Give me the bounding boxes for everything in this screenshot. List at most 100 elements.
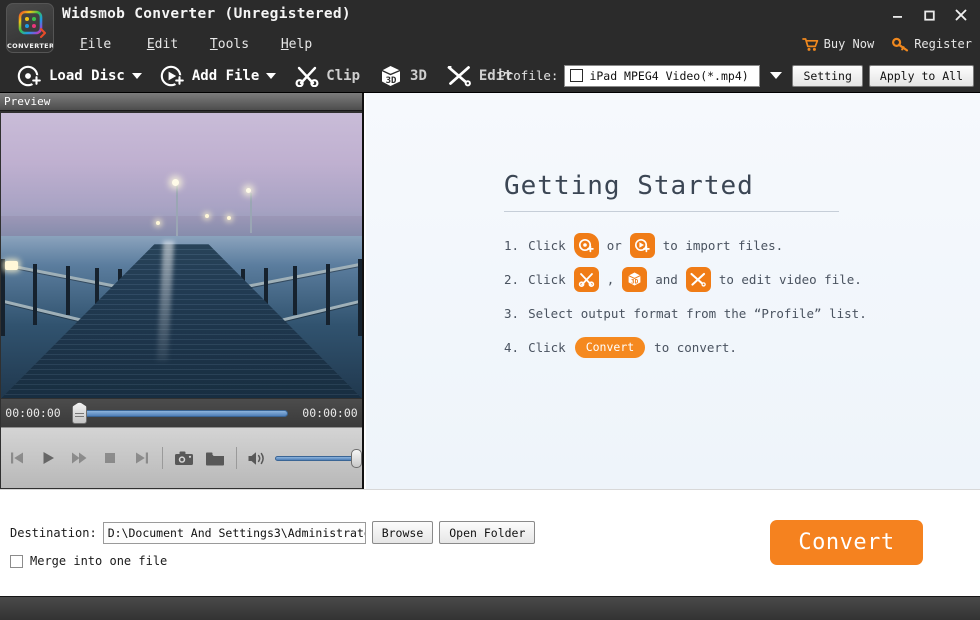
browse-button[interactable]: Browse xyxy=(371,521,434,544)
setting-button[interactable]: Setting xyxy=(792,64,863,87)
wrench-screwdriver-icon xyxy=(447,66,471,87)
step-2-post: to edit video file. xyxy=(718,271,862,287)
volume-track[interactable] xyxy=(274,456,357,461)
profile-format-icon xyxy=(570,69,584,82)
buy-now-button[interactable]: Buy Now xyxy=(801,37,875,52)
seek-thumb[interactable] xyxy=(72,402,87,424)
menu-item-help[interactable]: Help xyxy=(263,37,330,52)
chevron-down-icon xyxy=(266,72,277,79)
cube-3d-glyph: 3D xyxy=(628,272,641,286)
destination-input[interactable]: D:\Document And Settings3\Administrator\… xyxy=(102,521,366,544)
volume-slider[interactable] xyxy=(274,446,363,470)
step-3-text: Select output format from the “Profile” … xyxy=(528,305,867,321)
profile-value: iPad MPEG4 Video(*.mp4) xyxy=(589,68,749,83)
disc-add-icon[interactable] xyxy=(573,232,599,258)
menu-rest-file: ile xyxy=(87,36,112,52)
menu-items: File Edit Tools Help xyxy=(62,30,330,58)
maximize-icon xyxy=(923,10,935,21)
play-icon xyxy=(43,452,54,464)
volume-thumb[interactable] xyxy=(351,449,363,468)
lamp-pole-left xyxy=(176,184,179,236)
getting-started-title: Getting Started xyxy=(504,171,754,201)
cube-3d-icon: 3D xyxy=(381,66,401,86)
open-folder-button[interactable] xyxy=(199,440,230,476)
converter-logo-icon xyxy=(18,10,46,38)
getting-started-step-3: 3. Select output format from the “Profil… xyxy=(504,296,924,330)
camera-icon xyxy=(174,451,193,465)
app-logo: CONVERTER xyxy=(6,3,54,53)
cube-3d-icon[interactable]: 3D xyxy=(622,266,648,292)
maximize-button[interactable] xyxy=(914,2,944,28)
scissors-icon[interactable] xyxy=(573,266,599,292)
next-button[interactable] xyxy=(126,440,157,476)
previous-button[interactable] xyxy=(1,440,32,476)
svg-text:3D: 3D xyxy=(386,76,397,86)
tab-preview[interactable]: Preview xyxy=(4,95,50,108)
merge-label: Merge into one file xyxy=(30,554,168,568)
chevron-down-icon xyxy=(131,72,142,79)
menu-rest-tools: ools xyxy=(217,36,250,52)
clip-button[interactable]: Clip xyxy=(285,59,369,92)
load-disc-button[interactable]: Load Disc xyxy=(8,59,151,92)
apply-to-all-button[interactable]: Apply to All xyxy=(868,64,974,87)
step-3-number: 3. xyxy=(504,305,520,321)
step-2-number: 2. xyxy=(504,271,520,287)
seek-slider[interactable] xyxy=(65,399,298,427)
key-icon xyxy=(892,37,909,51)
mute-button[interactable] xyxy=(242,440,273,476)
step-1-pre: Click xyxy=(528,237,566,253)
buy-now-label: Buy Now xyxy=(823,37,875,51)
forward-button[interactable] xyxy=(64,440,95,476)
menu-item-edit[interactable]: Edit xyxy=(129,37,196,52)
toolbar-buttons: Load Disc Add File Clip 3D 3D Edit xyxy=(8,58,522,93)
menu-item-tools[interactable]: Tools xyxy=(196,37,263,52)
step-4-post: to convert. xyxy=(654,339,737,355)
seek-bar-row: 00:00:00 00:00:00 xyxy=(1,399,362,427)
play-button[interactable] xyxy=(32,440,63,476)
menu-item-file[interactable]: File xyxy=(62,37,129,52)
skip-previous-icon xyxy=(10,452,23,464)
step-2-sep: , xyxy=(606,271,615,287)
merge-checkbox[interactable] xyxy=(10,554,23,568)
step-4-number: 4. xyxy=(504,339,520,355)
application-window: Widsmob Converter (Unregistered) CONVERT… xyxy=(0,0,980,620)
snapshot-button[interactable] xyxy=(168,440,199,476)
play-add-icon[interactable] xyxy=(629,232,655,258)
wrench-screwdriver-icon[interactable] xyxy=(685,266,711,292)
convert-button[interactable]: Convert xyxy=(770,520,923,565)
profile-select[interactable]: iPad MPEG4 Video(*.mp4) xyxy=(564,64,761,87)
add-file-button[interactable]: Add File xyxy=(151,59,285,92)
menu-rest-help: elp xyxy=(288,36,313,52)
step-1-mid: or xyxy=(606,237,622,253)
step-1-post: to import files. xyxy=(662,237,784,253)
stop-button[interactable] xyxy=(95,440,126,476)
merge-row[interactable]: Merge into one file xyxy=(10,554,167,568)
getting-started-step-1: 1. Click or to import files. xyxy=(504,228,924,262)
bottom-bar: Destination: D:\Document And Settings3\A… xyxy=(0,489,980,581)
main-toolbar: Load Disc Add File Clip 3D 3D Edit Profi… xyxy=(0,58,980,93)
profile-dropdown-arrow-icon[interactable] xyxy=(770,72,783,79)
minimize-button[interactable] xyxy=(882,2,912,28)
close-icon xyxy=(955,9,967,21)
three-d-button[interactable]: 3D 3D xyxy=(369,59,436,92)
video-preview-area[interactable] xyxy=(1,113,362,398)
speaker-icon xyxy=(248,451,264,465)
stop-icon xyxy=(105,453,116,463)
wrench-screwdriver-glyph xyxy=(690,272,707,287)
open-folder-path-button[interactable]: Open Folder xyxy=(439,521,536,544)
top-right-actions: Buy Now Register xyxy=(801,30,972,58)
preview-tab-bar: Preview xyxy=(0,93,362,111)
step-1-number: 1. xyxy=(504,237,520,253)
scissors-icon xyxy=(295,66,319,87)
title-bar: Widsmob Converter (Unregistered) xyxy=(0,0,980,30)
close-button[interactable] xyxy=(946,2,976,28)
getting-started-panel: Getting Started 1. Click or to import fi… xyxy=(366,93,980,489)
register-button[interactable]: Register xyxy=(892,37,972,52)
play-add-icon xyxy=(160,65,185,86)
convert-pill[interactable]: Convert xyxy=(574,336,646,358)
step-2-mid: and xyxy=(655,271,678,287)
seek-track[interactable] xyxy=(79,410,288,417)
add-file-label: Add File xyxy=(191,67,260,84)
register-label: Register xyxy=(914,37,972,51)
profile-area: Profile: iPad MPEG4 Video(*.mp4) Setting… xyxy=(498,58,974,93)
